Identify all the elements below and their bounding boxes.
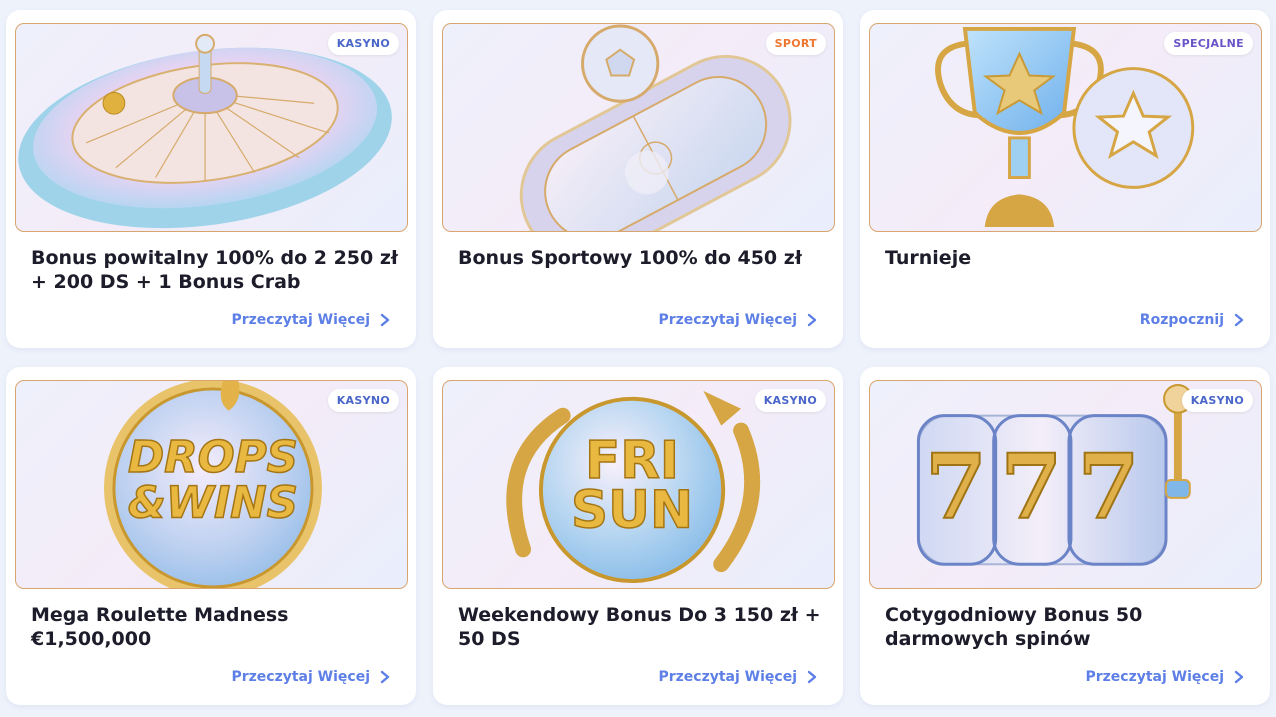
read-more-link[interactable]: Przeczytaj Więcej [1085,669,1244,685]
promo-image[interactable]: 7 7 7 KASYNO [869,380,1262,589]
chevron-right-icon [1234,670,1244,684]
category-badge: KASYNO [754,389,826,412]
read-more-label: Przeczytaj Więcej [658,669,797,685]
start-link[interactable]: Rozpocznij [1140,312,1244,328]
read-more-link[interactable]: Przeczytaj Więcej [231,669,390,685]
chevron-right-icon [1234,313,1244,327]
promo-card-weekly-spins[interactable]: 7 7 7 KASYNO Cotygodniowy Bonus 50 darmo… [860,367,1270,705]
promo-image[interactable]: FRI SUN KASYNO [442,380,835,589]
start-label: Rozpocznij [1139,312,1224,328]
slot-seven-3: 7 [1078,435,1140,540]
category-badge: KASYNO [1181,389,1253,412]
promo-title: Bonus powitalny 100% do 2 250 zł + 200 D… [31,247,398,293]
chevron-right-icon [380,670,390,684]
category-badge: SPECJALNE [1164,32,1253,55]
promo-title: Turnieje [885,247,972,269]
chevron-right-icon [807,313,817,327]
promotions-grid: KASYNO Bonus powitalny 100% do 2 250 zł … [6,10,1270,705]
promo-title: Cotygodniowy Bonus 50 darmowych spinów [885,604,1143,650]
promo-image[interactable]: KASYNO [15,23,408,232]
fri-sun-icon: FRI SUN [506,390,761,584]
promo-card-welcome-bonus[interactable]: KASYNO Bonus powitalny 100% do 2 250 zł … [6,10,416,348]
category-badge: KASYNO [327,32,399,55]
roulette-wheel-icon [18,33,392,229]
chevron-right-icon [380,313,390,327]
read-more-link[interactable]: Przeczytaj Więcej [231,312,390,328]
art-text-sun: SUN [571,481,693,541]
promo-image[interactable]: DROPS &WINS KASYNO [15,380,408,589]
art-text-drops: DROPS [128,433,298,483]
read-more-label: Przeczytaj Więcej [658,312,797,328]
slot-seven-1: 7 [925,435,987,540]
promo-title: Mega Roulette Madness €1,500,000 [31,604,289,650]
read-more-link[interactable]: Przeczytaj Więcej [658,669,817,685]
drops-wins-icon: DROPS &WINS [104,381,322,588]
promo-title: Weekendowy Bonus Do 3 150 zł + 50 DS [458,604,821,650]
slot-777-icon: 7 7 7 [916,383,1193,566]
read-more-link[interactable]: Przeczytaj Więcej [658,312,817,328]
trophy-ball-icon [935,26,1195,228]
promo-card-weekend-bonus[interactable]: FRI SUN KASYNO Weekendowy Bonus Do 3 150… [433,367,843,705]
category-badge: SPORT [765,32,826,55]
art-text-wins: &WINS [128,479,298,529]
category-badge: KASYNO [327,389,399,412]
promo-image[interactable]: SPECJALNE [869,23,1262,232]
read-more-label: Przeczytaj Więcej [231,669,370,685]
promo-image[interactable]: SPORT [442,23,835,232]
chevron-right-icon [807,670,817,684]
read-more-label: Przeczytaj Więcej [231,312,370,328]
slot-seven-2: 7 [1000,435,1062,540]
promo-title: Bonus Sportowy 100% do 450 zł [458,247,802,269]
promo-card-mega-roulette[interactable]: DROPS &WINS KASYNO Mega Roulette Madness… [6,367,416,705]
promo-card-sport-bonus[interactable]: SPORT Bonus Sportowy 100% do 450 zł Prze… [433,10,843,348]
read-more-label: Przeczytaj Więcej [1085,669,1224,685]
promo-card-tournaments[interactable]: SPECJALNE Turnieje Rozpocznij [860,10,1270,348]
stadium-ball-icon [519,24,792,231]
